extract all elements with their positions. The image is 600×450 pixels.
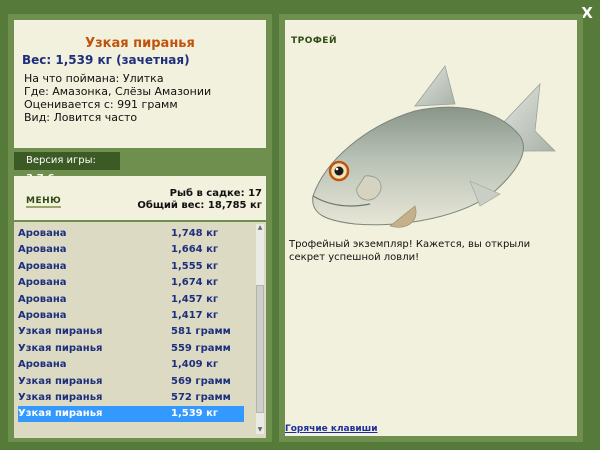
catch-fish-weight: 559 грамм xyxy=(171,342,231,354)
catch-fish-name: Арована xyxy=(18,310,67,321)
catch-fish-name: Узкая пиранья xyxy=(18,326,103,338)
catch-list: Арована 1,748 кг Арована 1,664 кг Арована 1,5… xyxy=(14,222,266,438)
catch-fish-weight: 1,748 кг xyxy=(171,228,219,239)
catch-row-selected[interactable]: Узкая пиранья 1,539 кг xyxy=(18,406,244,423)
catch-fish-weight: 1,539 кг xyxy=(171,408,219,420)
catch-fish-name: Арована xyxy=(18,293,67,305)
piranha-image xyxy=(312,65,556,228)
catch-fish-name: Узкая пиранья xyxy=(18,392,103,403)
catch-fish-weight: 581 грамм xyxy=(171,326,231,338)
trophy-message: Трофейный экземпляр! Кажется, вы открыли… xyxy=(289,239,531,263)
menu-label: МЕНЮ xyxy=(26,196,62,208)
catch-row[interactable]: Узкая пиранья 559 грамм xyxy=(18,341,244,357)
catch-fish-weight: 1,417 кг xyxy=(171,310,219,321)
catch-fish-weight: 1,674 кг xyxy=(171,277,219,289)
version-label: Версия игры: xyxy=(26,155,96,166)
menu-stats-bar: МЕНЮ Рыб в садке: 17 Общий вес: 18,785 к… xyxy=(14,176,266,220)
catch-fish-name: Арована xyxy=(18,260,67,272)
catch-row[interactable]: Арована 1,417 кг xyxy=(18,308,244,324)
catch-fish-weight: 572 грамм xyxy=(171,392,231,403)
hotkeys-link[interactable]: Горячие клавиши xyxy=(285,424,378,434)
trophy-title: ТРОФЕЙ xyxy=(291,36,337,46)
menu-button[interactable]: МЕНЮ xyxy=(26,196,62,208)
catch-row[interactable]: Узкая пиранья 581 грамм xyxy=(18,324,244,340)
fish-count: Рыб в садке: 17 xyxy=(169,188,262,199)
catch-row[interactable]: Арована 1,664 кг xyxy=(18,242,244,258)
scroll-up-icon[interactable]: ▲ xyxy=(256,224,264,232)
catch-fish-name: Арована xyxy=(18,277,67,289)
detail-location: Где: Амазонка, Слёзы Амазонии xyxy=(24,85,212,98)
catch-fish-weight: 1,555 кг xyxy=(171,260,219,272)
catch-fish-name: Арована xyxy=(18,359,67,371)
catch-row[interactable]: Узкая пиранья 569 грамм xyxy=(18,374,244,390)
game-window: X Узкая пиранья Вес: 1,539 кг (зачетная)… xyxy=(0,0,600,450)
catch-fish-name: Арована xyxy=(18,244,67,256)
catch-fish-weight: 1,409 кг xyxy=(171,359,219,371)
catch-row[interactable]: Узкая пиранья 572 грамм xyxy=(18,390,244,406)
catch-fish-weight: 569 грамм xyxy=(171,375,231,387)
detail-min-weight: Оценивается с: 991 грамм xyxy=(24,98,178,111)
catch-fish-weight: 1,664 кг xyxy=(171,244,219,256)
fish-weight: Вес: 1,539 кг (зачетная) xyxy=(22,53,190,67)
list-scrollbar[interactable]: ▲ ▼ xyxy=(256,224,264,434)
catch-fish-name: Арована xyxy=(18,228,67,239)
total-weight: Общий вес: 18,785 кг xyxy=(137,200,262,211)
catch-row[interactable]: Арована 1,555 кг xyxy=(18,259,244,275)
scroll-down-icon[interactable]: ▼ xyxy=(256,426,264,434)
catch-row[interactable]: Арована 1,409 кг xyxy=(18,357,244,373)
catch-fish-name: Узкая пиранья xyxy=(18,375,103,387)
detail-species: Вид: Ловится часто xyxy=(24,111,138,124)
fish-name: Узкая пиранья xyxy=(85,36,195,51)
detail-bait: На что поймана: Улитка xyxy=(24,72,164,85)
trophy-panel: ТРОФЕЙ Трофейный экземпляр! Кажется, вы … xyxy=(285,20,577,436)
catch-row[interactable]: Арована 1,674 кг xyxy=(18,275,244,291)
scroll-thumb[interactable] xyxy=(256,284,264,413)
catch-row[interactable]: Арована 1,457 кг xyxy=(18,292,244,308)
version-badge: Версия игры: 3.7.6 xyxy=(14,152,120,184)
catch-fish-name: Узкая пиранья xyxy=(18,342,103,354)
cage-stats: Рыб в садке: 17 Общий вес: 18,785 кг xyxy=(137,188,262,212)
catch-fish-name: Узкая пиранья xyxy=(18,408,103,420)
catch-fish-weight: 1,457 кг xyxy=(171,293,219,305)
fish-info-panel: Узкая пиранья Вес: 1,539 кг (зачетная) Н… xyxy=(14,20,266,148)
catch-row[interactable]: Арована 1,748 кг xyxy=(18,226,244,242)
